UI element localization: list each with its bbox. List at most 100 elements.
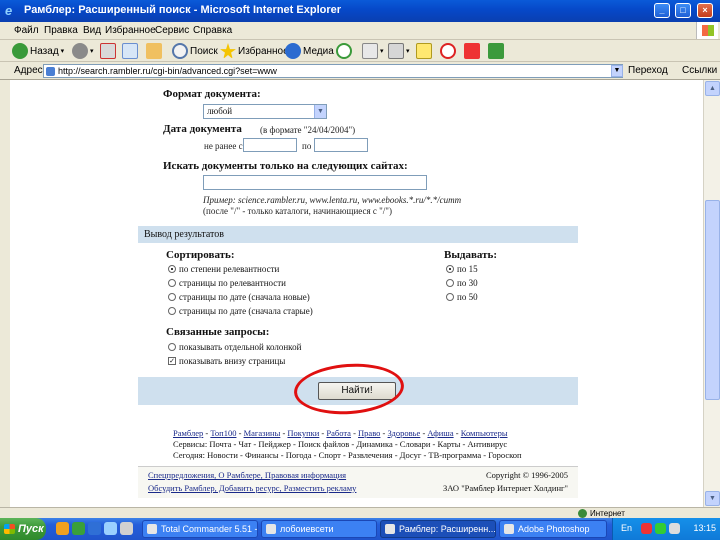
menu-help[interactable]: Справка (193, 25, 232, 36)
start-button[interactable]: Пуск (0, 518, 46, 540)
doc-date-hint: (в формате "24/04/2004") (260, 125, 356, 135)
copyright: Copyright © 1996-2005 (485, 470, 568, 480)
status-bar: Интернет (0, 507, 720, 518)
link-rambler[interactable]: Рамблер (173, 428, 203, 438)
task-rambler[interactable]: Рамблер: Расширенн... (380, 520, 496, 538)
icq-button[interactable] (440, 42, 456, 60)
language-indicator[interactable]: En (621, 523, 632, 533)
show-option-50[interactable]: по 50 (446, 292, 478, 302)
links-line-3[interactable]: Сегодня: Новости - Финансы - Погода - Сп… (173, 450, 573, 461)
stop-button[interactable] (100, 42, 116, 60)
mail-button[interactable]: ▾ (362, 42, 384, 60)
link-shops[interactable]: Магазины (244, 428, 281, 438)
footer-links-2[interactable]: Обсудить Рамблер, Добавить ресурс, Разме… (148, 483, 356, 493)
history-button[interactable] (336, 42, 352, 60)
highlight-circle (292, 360, 406, 418)
home-button[interactable] (146, 42, 162, 60)
doc-format-label: Формат документа: (163, 88, 261, 100)
links-line-2[interactable]: Сервисы: Почта - Чат - Пейджер - Поиск ф… (173, 439, 573, 450)
menu-view[interactable]: Вид (83, 25, 101, 36)
scroll-up-icon[interactable]: ▲ (705, 81, 720, 96)
footer-links-1[interactable]: Спецпредложения, О Рамблере, Правовая ин… (148, 470, 346, 480)
sites-input[interactable] (203, 175, 427, 190)
quicklaunch-icon[interactable] (72, 522, 85, 535)
tray-icq-icon[interactable] (655, 523, 666, 534)
content-left-gutter (0, 80, 10, 507)
print-icon (388, 43, 404, 59)
related-option-column[interactable]: показывать отдельной колонкой (168, 342, 301, 352)
menu-file[interactable]: Файл (14, 25, 39, 36)
forward-button[interactable]: ▾ (72, 42, 94, 60)
related-option-bottom[interactable]: ✓ показывать внизу страницы (168, 356, 285, 366)
vertical-scrollbar[interactable]: ▲ ▼ (703, 80, 720, 507)
back-button[interactable]: Назад ▾ (12, 42, 64, 60)
related-option-label: показывать отдельной колонкой (179, 342, 302, 352)
menu-favorites[interactable]: Избранное (105, 25, 156, 36)
home-icon (146, 43, 162, 59)
mail-icon (362, 43, 378, 59)
related-option-label: показывать внизу страницы (179, 356, 286, 366)
menu-edit[interactable]: Правка (44, 25, 78, 36)
link-afisha[interactable]: Афиша (427, 428, 453, 438)
tray-antivirus-icon[interactable] (641, 523, 652, 534)
plugin-button[interactable] (488, 42, 504, 60)
address-bar: Адрес http://search.rambler.ru/cgi-bin/a… (0, 62, 720, 80)
address-input[interactable]: http://search.rambler.ru/cgi-bin/advance… (43, 64, 623, 78)
link-top100[interactable]: Топ100 (210, 428, 236, 438)
sort-option-date-old[interactable]: страницы по дате (сначала старые) (168, 306, 313, 316)
refresh-button[interactable] (122, 42, 138, 60)
go-button[interactable]: Переход (628, 65, 668, 76)
quicklaunch-icon[interactable] (120, 522, 133, 535)
edit-button[interactable] (416, 42, 432, 60)
checkbox-icon: ✓ (168, 357, 176, 365)
link-health[interactable]: Здоровье (388, 428, 421, 438)
date-to-input[interactable] (314, 138, 368, 152)
scroll-thumb[interactable] (705, 200, 720, 400)
links-button[interactable]: Ссылки (682, 65, 717, 76)
show-option-15[interactable]: по 15 (446, 264, 478, 274)
print-button[interactable]: ▾ (388, 42, 410, 60)
chevron-down-icon: ▾ (60, 48, 65, 55)
task-photoshop[interactable]: Adobe Photoshop (499, 520, 607, 538)
sort-option-pages-relevance[interactable]: страницы по релевантности (168, 278, 286, 288)
media-button[interactable]: Медиа (285, 42, 334, 60)
menu-tools[interactable]: Сервис (155, 25, 189, 36)
quicklaunch-icon[interactable] (56, 522, 69, 535)
date-from-input[interactable] (243, 138, 297, 152)
maximize-button[interactable]: □ (675, 3, 691, 18)
radio-icon (446, 293, 454, 301)
link-purchases[interactable]: Покупки (287, 428, 319, 438)
taskbar: Пуск Total Commander 5.51 - ... лобоиевс… (0, 518, 720, 540)
sort-option-date-new[interactable]: страницы по дате (сначала новые) (168, 292, 310, 302)
radio-icon (446, 265, 454, 273)
search-button[interactable]: Поиск (172, 42, 218, 60)
tray-volume-icon[interactable] (669, 523, 680, 534)
close-button[interactable]: × (697, 3, 713, 18)
history-icon (336, 43, 352, 59)
link-work[interactable]: Работа (326, 428, 351, 438)
menu-bar: Файл Правка Вид Избранное Сервис Справка (0, 22, 720, 40)
window-title: Рамблер: Расширенный поиск - Microsoft I… (24, 4, 342, 16)
link-law[interactable]: Право (358, 428, 380, 438)
internet-zone: Интернет (578, 509, 625, 518)
scroll-down-icon[interactable]: ▼ (705, 491, 720, 506)
messenger-button[interactable] (464, 42, 480, 60)
radio-icon (168, 307, 176, 315)
quicklaunch-icon[interactable] (88, 522, 101, 535)
sort-option-relevance[interactable]: по степени релевантности (168, 264, 279, 274)
link-computers[interactable]: Компьютеры (461, 428, 508, 438)
doc-format-select[interactable]: любой ▼ (203, 104, 327, 119)
task-folder[interactable]: лобоиевсети (261, 520, 377, 538)
favorites-button[interactable]: Избранное (220, 42, 289, 60)
quicklaunch-icon[interactable] (104, 522, 117, 535)
date-to-label: по (302, 141, 312, 151)
address-dropdown-button[interactable]: ▼ (611, 65, 623, 77)
sort-label: Сортировать: (166, 249, 235, 261)
show-option-label: по 30 (457, 278, 478, 288)
task-total-commander[interactable]: Total Commander 5.51 - ... (142, 520, 258, 538)
show-option-30[interactable]: по 30 (446, 278, 478, 288)
related-label: Связанные запросы: (166, 326, 270, 338)
title-bar: e Рамблер: Расширенный поиск - Microsoft… (0, 0, 720, 22)
minimize-button[interactable]: _ (654, 3, 670, 18)
forward-arrow-icon (72, 43, 88, 59)
